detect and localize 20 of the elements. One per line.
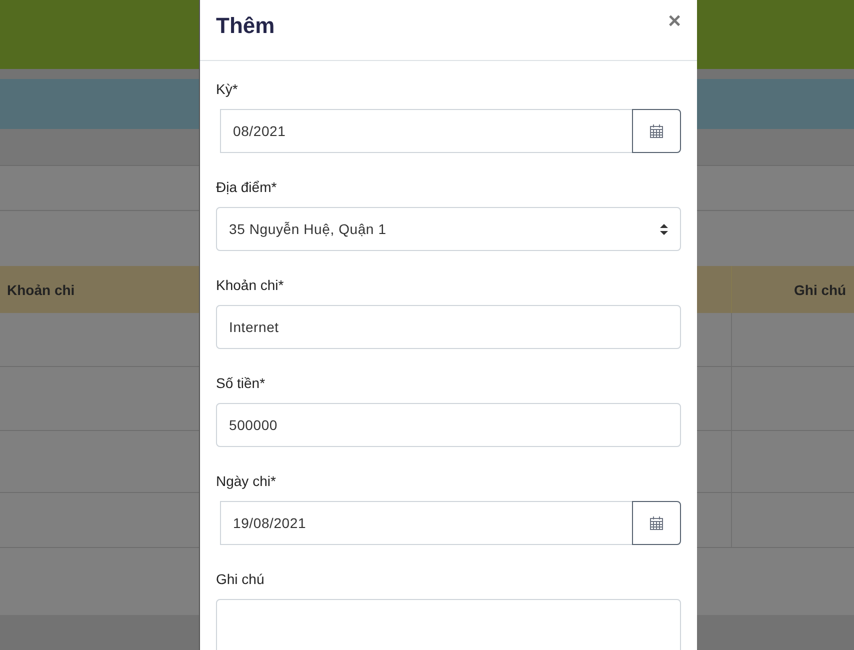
close-button[interactable]: × [668,8,681,34]
field-label: Địa điểm* [216,179,278,197]
sort-caret-icon [660,224,668,234]
dialog-title: Thêm [216,13,275,39]
calendar-icon [649,516,664,530]
column-header: Ghi chú [794,282,846,298]
location-select[interactable]: 35 Nguyễn Huệ, Quận 1 [216,207,681,251]
input-field[interactable]: Internet [216,305,681,349]
calendar-button[interactable] [632,109,681,153]
input-field[interactable]: 500000 [216,403,681,447]
field-label: Số tiền* [216,375,266,393]
date-field[interactable]: 19/08/2021 [220,501,632,545]
field-label: Ghi chú [216,571,266,589]
column-header: Khoản chi [7,282,75,298]
calendar-button[interactable] [632,501,681,545]
field-label: Kỳ* [216,81,239,99]
field-label: Ngày chi* [216,473,277,491]
calendar-icon [649,124,664,138]
date-field[interactable]: 08/2021 [220,109,632,153]
field-label: Khoản chi* [216,277,285,295]
